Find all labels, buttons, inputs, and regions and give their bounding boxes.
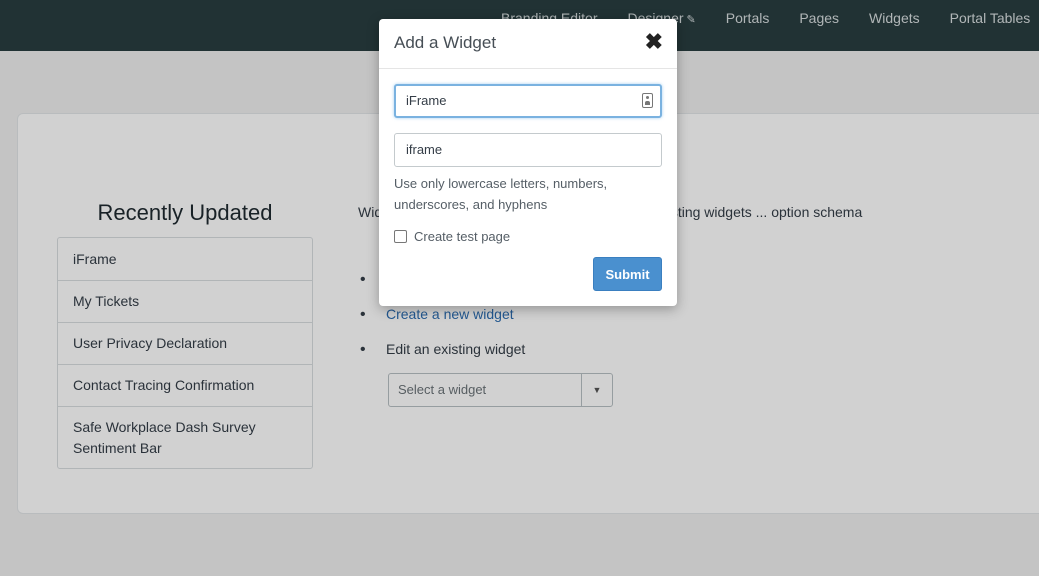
modal-title: Add a Widget [394,33,497,52]
close-icon[interactable]: ✖ [645,31,663,53]
modal-header: Add a Widget ✖ [379,19,677,69]
widget-id-input[interactable] [406,142,626,157]
add-widget-modal: Add a Widget ✖ Use only lowercase letter… [379,19,677,306]
create-test-page-checkbox[interactable] [394,230,407,243]
widget-id-field[interactable] [394,133,662,167]
widget-name-field[interactable] [394,84,662,118]
create-test-page-label[interactable]: Create test page [414,229,510,244]
widget-name-input[interactable] [406,93,626,108]
contact-card-icon [642,93,653,108]
submit-button[interactable]: Submit [593,257,662,291]
create-test-page-row: Create test page [394,229,510,244]
widget-id-help-text: Use only lowercase letters, numbers, und… [394,176,608,212]
